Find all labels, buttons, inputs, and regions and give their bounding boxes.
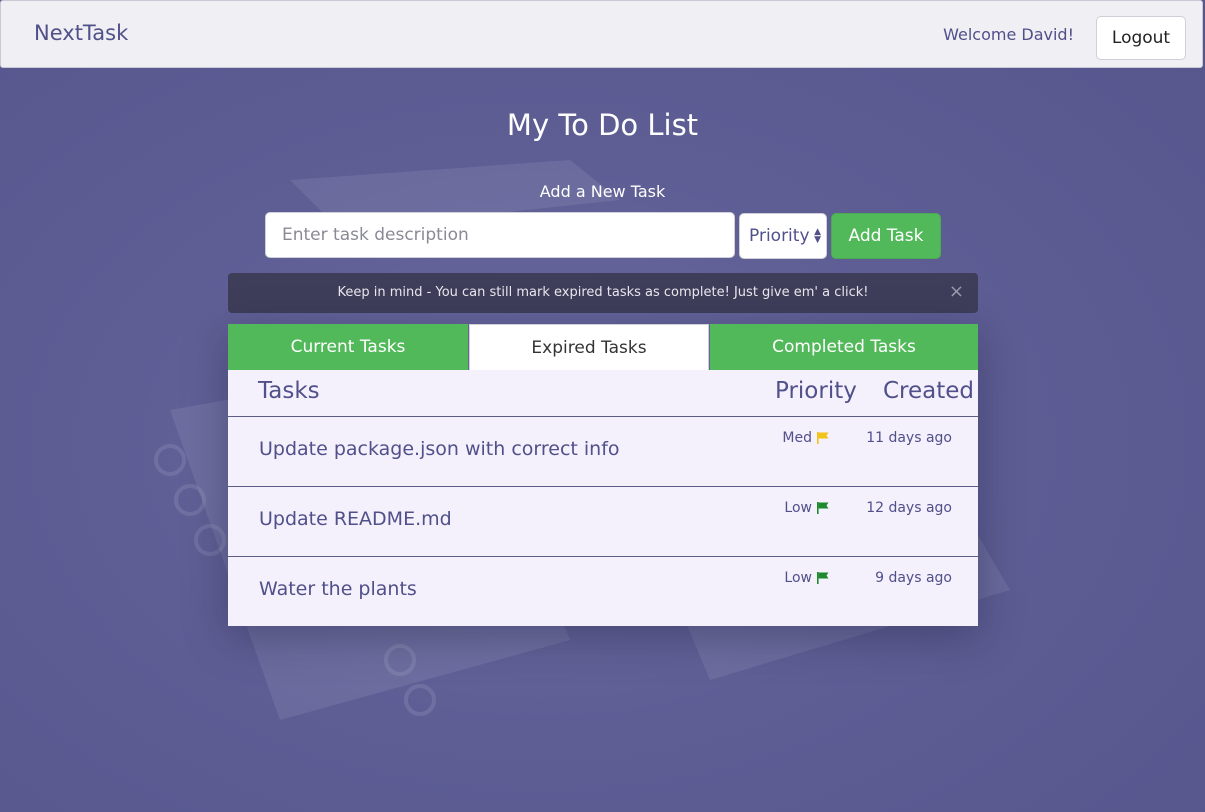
column-header-tasks: Tasks — [258, 378, 320, 404]
priority-label: Med — [782, 430, 812, 446]
flag-icon — [817, 432, 829, 444]
priority-label: Low — [784, 500, 812, 516]
task-created: 11 days ago — [866, 430, 952, 446]
task-priority: Med — [782, 430, 830, 446]
priority-label: Low — [784, 570, 812, 586]
tasks-table: Tasks Priority Created Update package.js… — [228, 370, 978, 626]
task-priority: Low — [784, 500, 830, 516]
table-row[interactable]: Update README.md Low 12 days ago — [228, 486, 978, 556]
add-task-button[interactable]: Add Task — [831, 213, 941, 259]
column-header-priority: Priority — [775, 378, 857, 404]
column-header-created: Created — [883, 378, 975, 404]
tab-completed-tasks[interactable]: Completed Tasks — [710, 324, 978, 370]
task-description: Update README.md — [259, 508, 452, 530]
tab-current-tasks[interactable]: Current Tasks — [228, 324, 468, 370]
add-task-heading: Add a New Task — [539, 182, 666, 201]
priority-select-label: Priority — [749, 226, 810, 246]
task-created: 9 days ago — [875, 570, 952, 586]
select-arrows-icon: ▲ ▼ — [814, 227, 821, 245]
priority-select[interactable]: Priority ▲ ▼ — [739, 213, 827, 259]
task-priority: Low — [784, 570, 830, 586]
task-tabs: Current Tasks Expired Tasks Completed Ta… — [228, 324, 978, 370]
welcome-message: Welcome David! — [943, 25, 1074, 44]
close-icon[interactable]: × — [949, 273, 964, 311]
task-description-input[interactable] — [265, 212, 735, 258]
tasks-panel: Current Tasks Expired Tasks Completed Ta… — [228, 324, 978, 626]
tab-expired-tasks[interactable]: Expired Tasks — [469, 324, 709, 370]
logout-button[interactable]: Logout — [1096, 16, 1186, 60]
table-row[interactable]: Water the plants Low 9 days ago — [228, 556, 978, 626]
table-row[interactable]: Update package.json with correct info Me… — [228, 416, 978, 486]
flag-icon — [817, 572, 829, 584]
task-created: 12 days ago — [866, 500, 952, 516]
info-alert: Keep in mind - You can still mark expire… — [228, 273, 978, 313]
page-title: My To Do List — [506, 108, 699, 142]
brand-logo[interactable]: NextTask — [34, 21, 128, 45]
alert-text: Keep in mind - You can still mark expire… — [337, 285, 869, 300]
flag-icon — [817, 502, 829, 514]
task-description: Water the plants — [259, 578, 417, 600]
top-navbar: NextTask Welcome David! Logout — [0, 0, 1203, 68]
task-description: Update package.json with correct info — [259, 438, 620, 460]
